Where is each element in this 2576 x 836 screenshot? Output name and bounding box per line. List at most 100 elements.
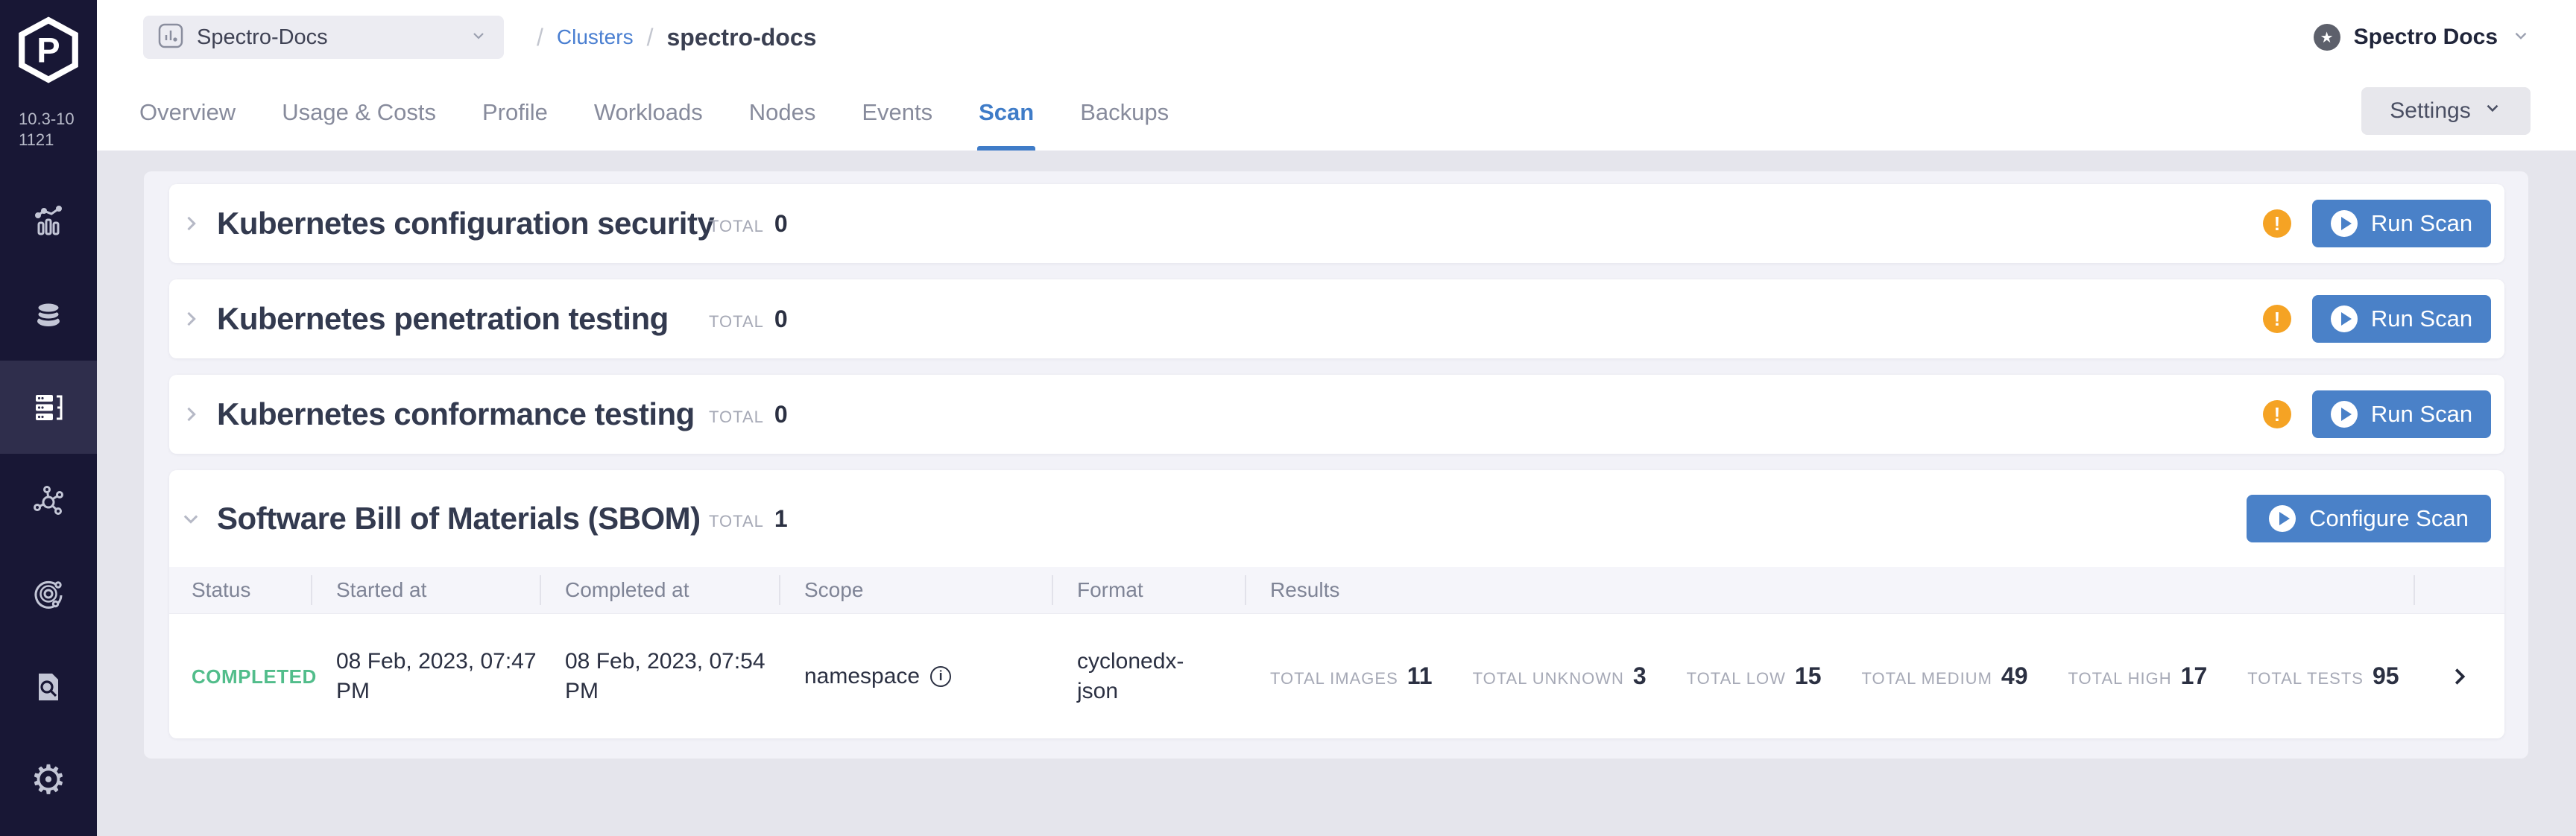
result-stat-unknown: TOTAL UNKNOWN3	[1473, 662, 1647, 690]
project-selector[interactable]: Spectro-Docs	[143, 16, 504, 59]
settings-button[interactable]: Settings	[2361, 87, 2531, 135]
section-title: Software Bill of Materials (SBOM)	[217, 501, 701, 536]
sidebar-item-registries[interactable]	[0, 547, 97, 640]
section-total-label: TOTAL	[709, 312, 764, 332]
tab-nodes[interactable]: Nodes	[749, 75, 816, 151]
section-total: TOTAL 1	[709, 505, 788, 533]
play-icon	[2331, 210, 2358, 237]
run-scan-label: Run Scan	[2371, 401, 2472, 428]
tab-usage-costs[interactable]: Usage & Costs	[282, 75, 436, 151]
row-detail-chevron[interactable]	[2414, 665, 2504, 688]
tab-backups[interactable]: Backups	[1080, 75, 1169, 151]
result-stat-medium: TOTAL MEDIUM49	[1862, 662, 2028, 690]
tab-profile[interactable]: Profile	[482, 75, 548, 151]
section-total: TOTAL 0	[709, 210, 788, 238]
column-header-completed: Completed at	[540, 567, 779, 613]
monitoring-icon	[31, 203, 66, 239]
section-total-value: 1	[774, 505, 788, 533]
result-stat-images: TOTAL IMAGES11	[1270, 662, 1433, 690]
sbom-results-table: Status Started at Completed at Scope For…	[169, 567, 2504, 738]
column-header-status: Status	[169, 567, 311, 613]
sidebar-item-monitoring[interactable]	[0, 174, 97, 267]
section-total-label: TOTAL	[709, 512, 764, 531]
sidebar-item-clusters[interactable]	[0, 361, 97, 454]
tab-events[interactable]: Events	[862, 75, 932, 151]
account-menu[interactable]: ★ Spectro Docs	[2314, 24, 2531, 51]
bar-chart-icon	[158, 23, 183, 52]
settings-gear-icon: ⚙	[31, 760, 66, 800]
result-stat-tests: TOTAL TESTS95	[2247, 662, 2399, 690]
sidebar-item-audit[interactable]	[0, 640, 97, 733]
scan-section-card: Kubernetes conformance testing TOTAL 0 !…	[169, 375, 2504, 454]
section-total-label: TOTAL	[709, 217, 764, 236]
tab-overview[interactable]: Overview	[139, 75, 236, 151]
section-title: Kubernetes configuration security	[217, 206, 714, 241]
scan-sections-panel: Kubernetes configuration security TOTAL …	[144, 171, 2528, 759]
run-scan-label: Run Scan	[2371, 210, 2472, 237]
tab-scan[interactable]: Scan	[979, 75, 1034, 151]
scan-section-card: Kubernetes penetration testing TOTAL 0 !…	[169, 279, 2504, 358]
svg-text:P: P	[37, 30, 60, 69]
section-header-penetration[interactable]: Kubernetes penetration testing TOTAL 0 !…	[169, 279, 2504, 358]
configure-scan-label: Configure Scan	[2309, 505, 2469, 532]
section-total: TOTAL 0	[709, 305, 788, 333]
section-header-config-security[interactable]: Kubernetes configuration security TOTAL …	[169, 184, 2504, 263]
breadcrumb-link-clusters[interactable]: Clusters	[557, 25, 634, 49]
section-total-value: 0	[774, 305, 788, 333]
chevron-right-icon[interactable]	[180, 404, 202, 425]
account-name: Spectro Docs	[2354, 25, 2498, 50]
settings-button-label: Settings	[2390, 98, 2470, 124]
run-scan-label: Run Scan	[2371, 305, 2472, 332]
sidebar-nav: ⚙	[0, 174, 97, 826]
warning-icon: !	[2263, 209, 2291, 238]
table-header-row: Status Started at Completed at Scope For…	[169, 567, 2504, 613]
section-header-conformance[interactable]: Kubernetes conformance testing TOTAL 0 !…	[169, 375, 2504, 454]
registries-icon	[31, 576, 66, 612]
chevron-down-icon	[2511, 26, 2531, 49]
chevron-right-icon[interactable]	[180, 308, 202, 329]
cluster-tabs: Overview Usage & Costs Profile Workloads…	[97, 75, 2576, 151]
section-title: Kubernetes conformance testing	[217, 396, 695, 432]
scan-result-row[interactable]: COMPLETED 08 Feb, 2023, 07:47 PM 08 Feb,…	[169, 613, 2504, 738]
result-stat-low: TOTAL LOW15	[1687, 662, 1822, 690]
column-header-results: Results	[1245, 567, 2414, 613]
chevron-right-icon[interactable]	[180, 213, 202, 234]
scan-section-card: Kubernetes configuration security TOTAL …	[169, 184, 2504, 263]
tab-workloads[interactable]: Workloads	[594, 75, 703, 151]
format-value: cyclonedx-json	[1077, 647, 1208, 706]
sidebar-item-workspaces[interactable]	[0, 454, 97, 547]
warning-icon: !	[2263, 305, 2291, 333]
play-icon	[2269, 505, 2296, 532]
clusters-icon	[31, 390, 66, 425]
column-header-started: Started at	[311, 567, 540, 613]
project-selector-label: Spectro-Docs	[197, 25, 470, 50]
sidebar: P 10.3-101121	[0, 0, 97, 836]
configure-scan-button[interactable]: Configure Scan	[2247, 495, 2491, 542]
status-badge: COMPLETED	[192, 665, 317, 688]
section-total-label: TOTAL	[709, 408, 764, 427]
sidebar-item-profiles[interactable]	[0, 267, 97, 361]
play-icon	[2331, 305, 2358, 332]
sidebar-item-settings[interactable]: ⚙	[0, 733, 97, 826]
breadcrumb-current: spectro-docs	[666, 24, 816, 51]
result-stat-high: TOTAL HIGH17	[2068, 662, 2208, 690]
workspaces-icon	[31, 483, 66, 519]
main-area: Spectro-Docs / Clusters / spectro-docs ★…	[97, 0, 2576, 836]
column-header-actions	[2414, 567, 2504, 613]
run-scan-button[interactable]: Run Scan	[2312, 200, 2491, 247]
scan-section-card-sbom: Software Bill of Materials (SBOM) TOTAL …	[169, 470, 2504, 738]
chevron-down-icon	[2483, 98, 2502, 124]
run-scan-button[interactable]: Run Scan	[2312, 295, 2491, 343]
chevron-down-icon[interactable]	[180, 508, 202, 529]
section-header-sbom[interactable]: Software Bill of Materials (SBOM) TOTAL …	[169, 470, 2504, 567]
info-icon[interactable]: i	[930, 666, 951, 687]
scope-value: namespace	[804, 664, 920, 689]
run-scan-button[interactable]: Run Scan	[2312, 390, 2491, 438]
column-header-scope: Scope	[779, 567, 1052, 613]
started-at-value: 08 Feb, 2023, 07:47 PM	[336, 649, 537, 703]
section-title: Kubernetes penetration testing	[217, 301, 669, 337]
app-root: P 10.3-101121	[0, 0, 2576, 836]
profiles-icon	[31, 297, 66, 332]
palette-logo-icon: P	[16, 16, 80, 83]
breadcrumb-separator: /	[537, 24, 543, 51]
